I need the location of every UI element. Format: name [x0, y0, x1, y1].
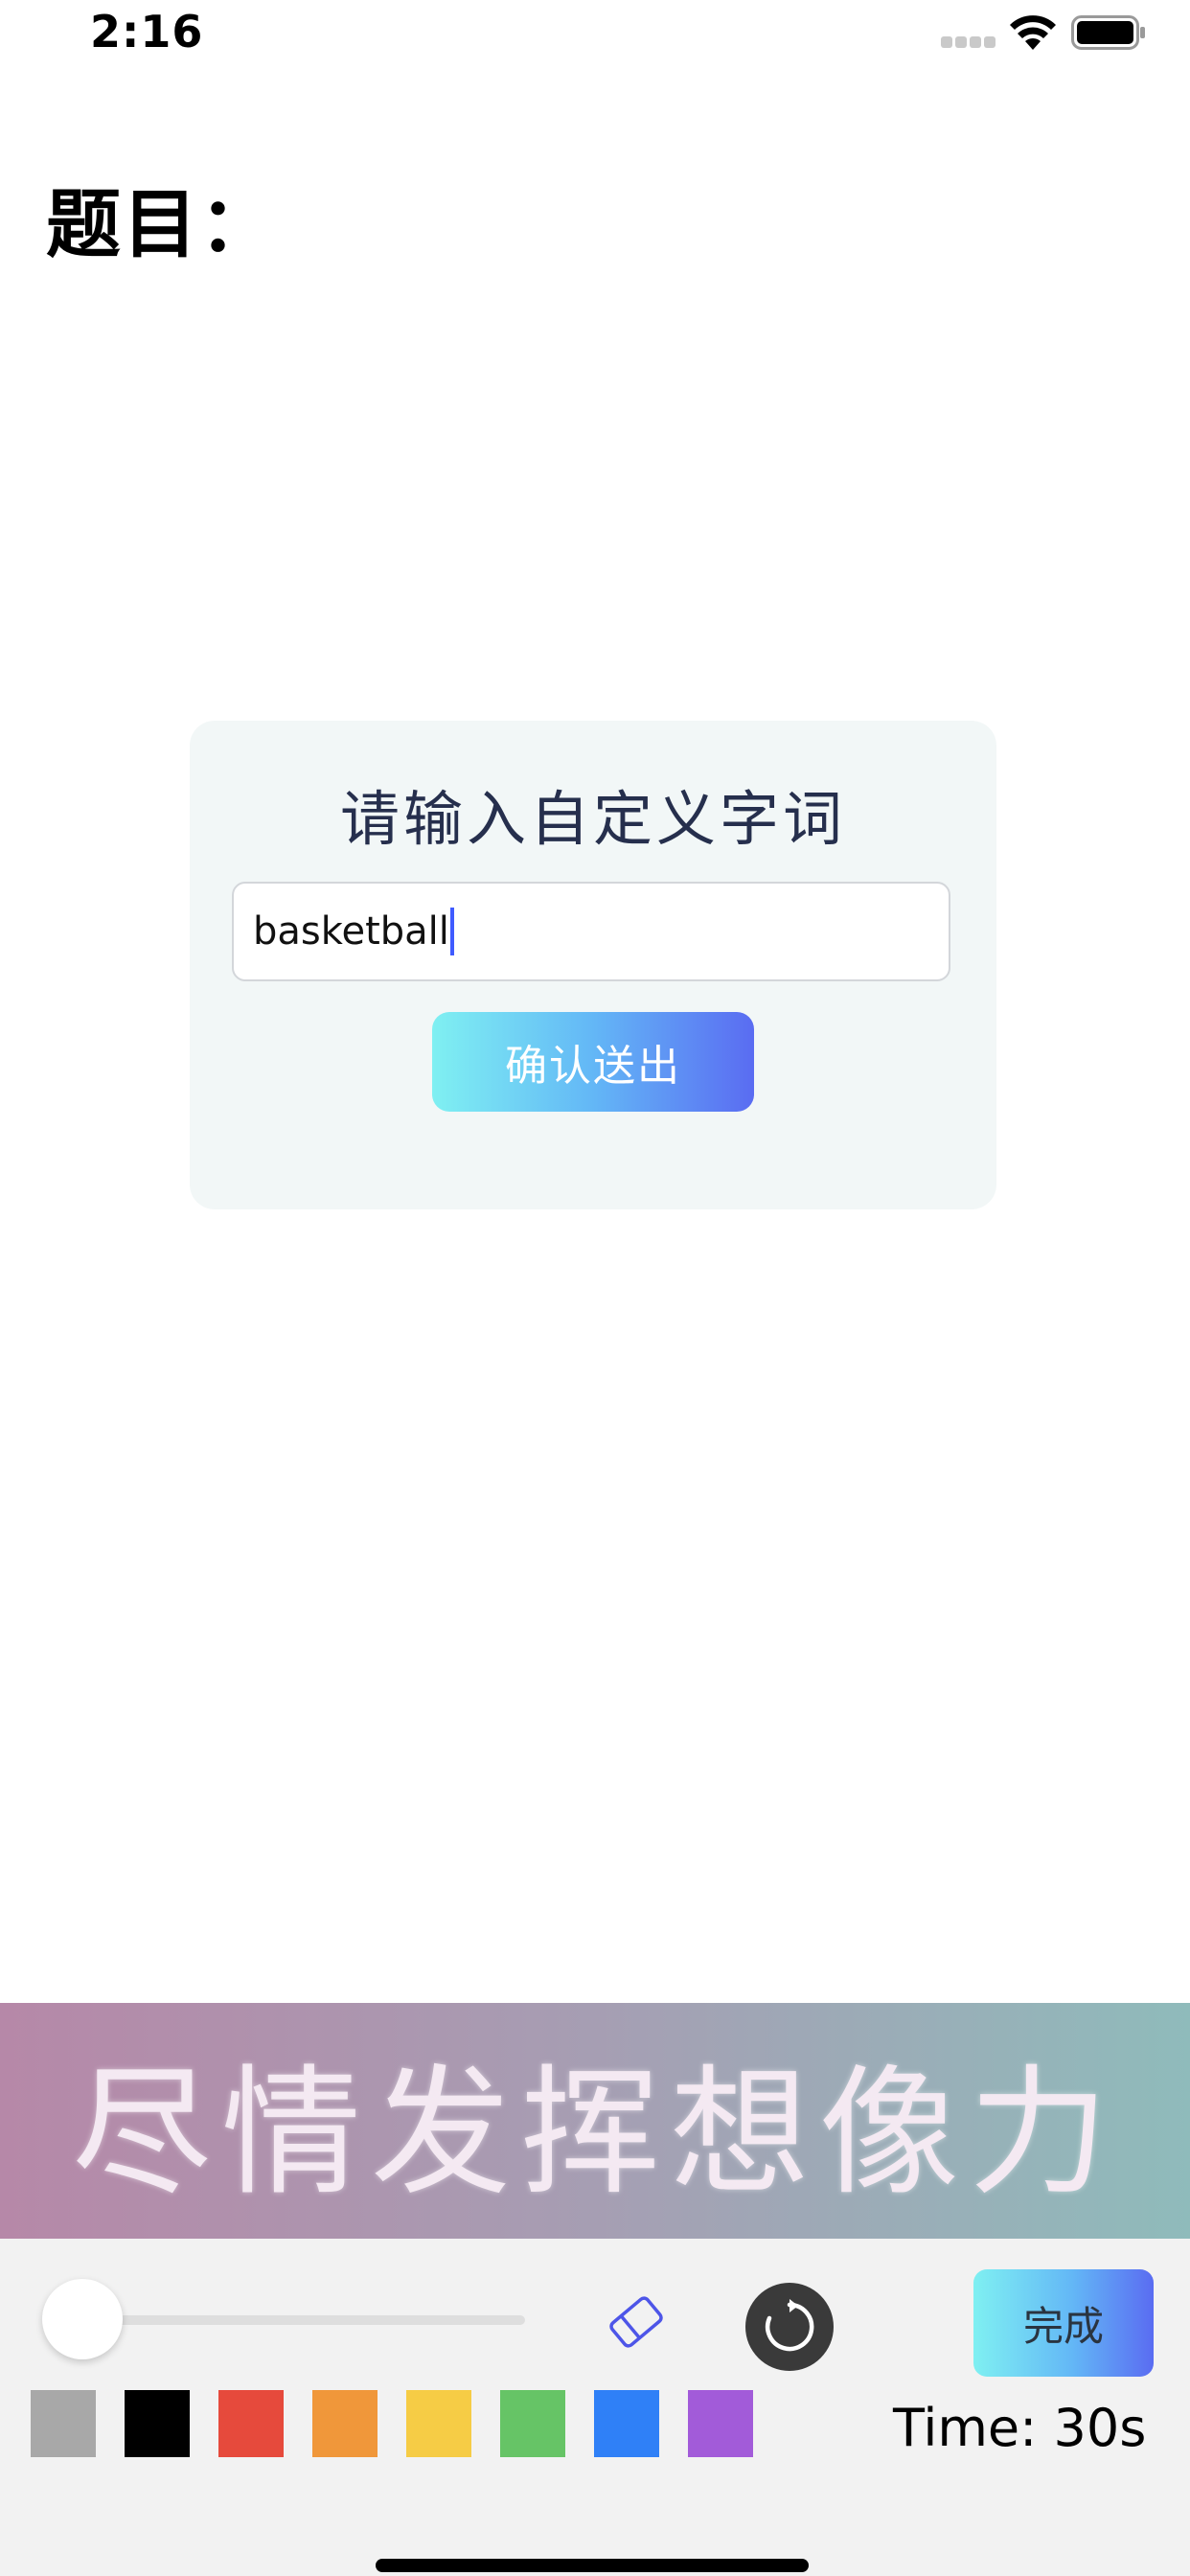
- refresh-icon[interactable]: [745, 2283, 834, 2371]
- card-title: 请输入自定义字词: [339, 784, 846, 854]
- imagination-banner: 尽情发挥想像力: [0, 2003, 1190, 2239]
- eraser-icon[interactable]: [600, 2290, 673, 2354]
- done-button[interactable]: 完成: [973, 2269, 1154, 2377]
- brush-size-slider-thumb[interactable]: [42, 2279, 123, 2359]
- color-swatch-orange[interactable]: [312, 2390, 378, 2457]
- cellular-signal-icon: [941, 36, 996, 50]
- brush-size-slider-track[interactable]: [84, 2315, 525, 2325]
- custom-word-input[interactable]: basketball: [232, 882, 950, 981]
- color-swatch-gray[interactable]: [31, 2390, 96, 2457]
- color-palette: [31, 2390, 759, 2457]
- wifi-icon: [1008, 13, 1058, 52]
- status-time: 2:16: [90, 6, 204, 58]
- text-caret: [449, 908, 454, 955]
- color-swatch-green[interactable]: [500, 2390, 565, 2457]
- color-swatch-black[interactable]: [125, 2390, 190, 2457]
- custom-word-input-value: basketball: [253, 909, 449, 954]
- color-swatch-red[interactable]: [218, 2390, 284, 2457]
- banner-text: 尽情发挥想像力: [72, 2051, 1118, 2215]
- timer-text: Time: 30s: [893, 2398, 1147, 2458]
- confirm-send-button[interactable]: 确认送出: [432, 1012, 754, 1112]
- color-swatch-blue[interactable]: [594, 2390, 659, 2457]
- color-swatch-purple[interactable]: [688, 2390, 753, 2457]
- home-indicator: [376, 2559, 809, 2572]
- color-swatch-yellow[interactable]: [406, 2390, 471, 2457]
- custom-word-card: 请输入自定义字词 basketball 确认送出: [190, 721, 996, 1209]
- battery-icon: [1071, 15, 1146, 50]
- page-title: 题目：: [46, 182, 277, 268]
